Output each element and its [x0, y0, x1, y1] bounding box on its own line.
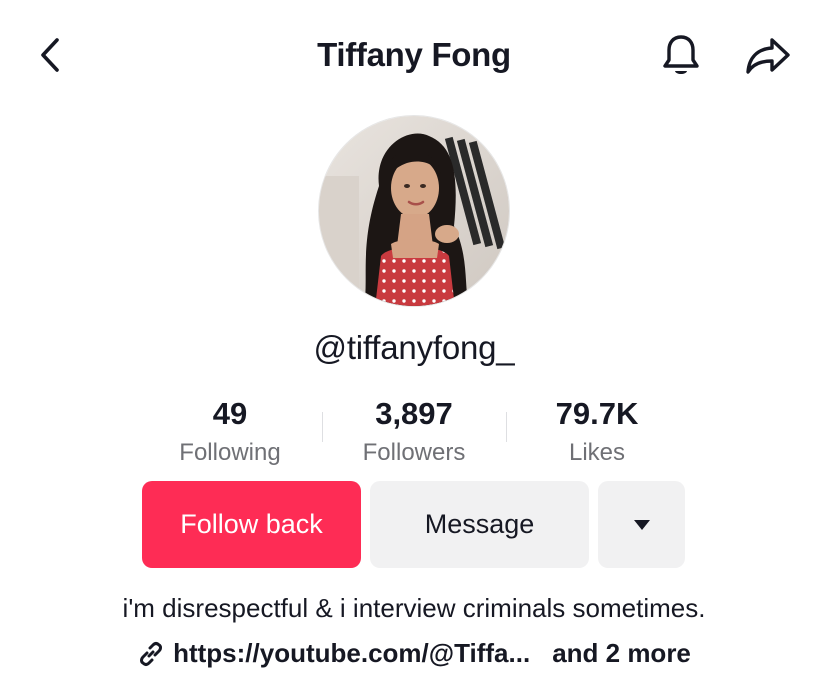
top-bar: Tiffany Fong	[0, 0, 828, 110]
bio-text: i'm disrespectful & i interview criminal…	[122, 593, 706, 623]
likes-count: 79.7K	[555, 396, 639, 431]
followers-count: 3,897	[375, 396, 453, 431]
stat-divider	[322, 412, 323, 442]
username: @tiffanyfong_	[313, 329, 515, 366]
stat-likes[interactable]: 79.7K Likes	[512, 394, 682, 470]
bio-link[interactable]: https://youtube.com/@Tiffa...	[173, 638, 530, 669]
stat-following[interactable]: 49 Following	[145, 394, 315, 470]
likes-label: Likes	[568, 439, 626, 466]
profile-photo	[319, 116, 509, 306]
bio-link-row: https://youtube.com/@Tiffa... and 2 more	[0, 638, 828, 669]
link-icon	[140, 641, 163, 666]
caret-down-icon	[633, 519, 650, 530]
bell-icon	[663, 35, 699, 74]
more-options-button[interactable]	[598, 481, 685, 568]
more-links-button[interactable]: and 2 more	[552, 638, 691, 669]
following-count: 49	[212, 396, 248, 431]
notifications-button[interactable]	[656, 30, 706, 82]
avatar[interactable]	[318, 115, 510, 307]
followers-label: Followers	[362, 439, 466, 466]
stat-followers[interactable]: 3,897 Followers	[329, 394, 499, 470]
follow-back-button[interactable]: Follow back	[142, 481, 361, 568]
share-arrow-icon	[746, 38, 790, 74]
following-label: Following	[179, 439, 281, 466]
message-button[interactable]: Message	[370, 481, 589, 568]
stat-divider	[506, 412, 507, 442]
share-button[interactable]	[740, 30, 796, 82]
